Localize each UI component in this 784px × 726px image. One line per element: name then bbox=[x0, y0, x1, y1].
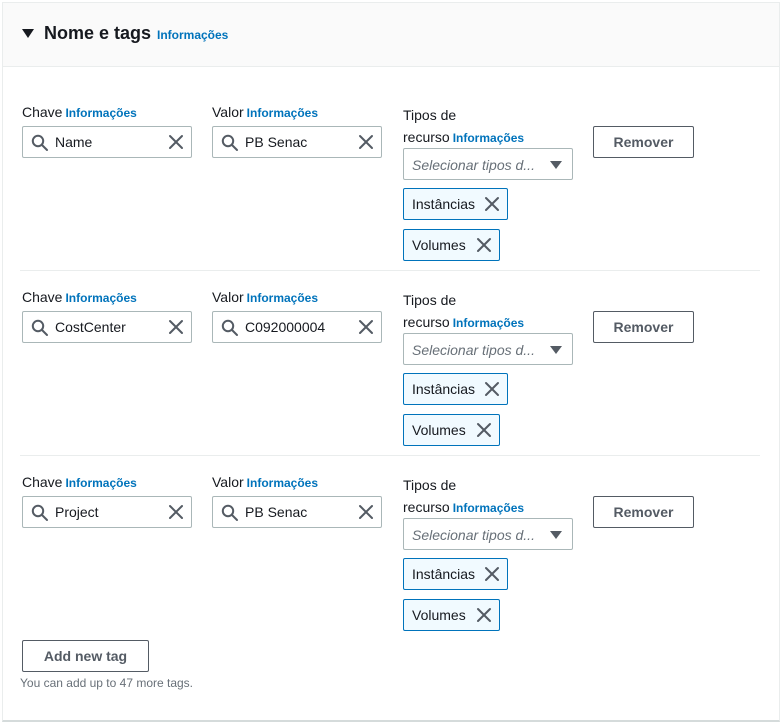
token-volumes: Volumes bbox=[403, 414, 500, 446]
select-placeholder: Selecionar tipos d... bbox=[412, 527, 535, 543]
search-icon bbox=[31, 504, 49, 527]
value-input[interactable]: C092000004 bbox=[212, 311, 382, 343]
section-header[interactable]: Nome e tags Informações bbox=[3, 3, 779, 67]
close-icon[interactable] bbox=[484, 196, 500, 217]
search-icon bbox=[31, 319, 49, 342]
resource-types-label: Tipos de recurso Informações bbox=[403, 107, 525, 145]
key-value: Name bbox=[55, 134, 93, 150]
value-label: Valor Informações bbox=[212, 474, 319, 490]
resource-types-label: Tipos de recurso Informações bbox=[403, 292, 525, 330]
value-label: Valor Informações bbox=[212, 289, 319, 305]
resource-info-link[interactable]: Informações bbox=[453, 501, 524, 515]
value-value: PB Senac bbox=[245, 504, 308, 520]
close-icon[interactable] bbox=[484, 381, 500, 402]
close-icon[interactable] bbox=[476, 607, 492, 628]
key-info-link[interactable]: Informações bbox=[65, 291, 136, 305]
key-input[interactable]: Name bbox=[22, 126, 192, 158]
remove-button[interactable]: Remover bbox=[593, 311, 694, 343]
caret-down-icon[interactable] bbox=[22, 29, 34, 38]
close-icon[interactable] bbox=[358, 319, 374, 340]
key-info-link[interactable]: Informações bbox=[65, 476, 136, 490]
search-icon bbox=[221, 319, 239, 342]
close-icon[interactable] bbox=[168, 504, 184, 525]
key-value: CostCenter bbox=[55, 319, 126, 335]
close-icon[interactable] bbox=[476, 422, 492, 443]
key-label: Chave Informações bbox=[22, 104, 137, 120]
resource-info-link[interactable]: Informações bbox=[453, 131, 524, 145]
resource-types-select[interactable]: Selecionar tipos d... bbox=[403, 148, 573, 180]
token-label: Volumes bbox=[412, 237, 466, 253]
value-value: C092000004 bbox=[245, 319, 326, 335]
value-info-link[interactable]: Informações bbox=[247, 106, 318, 120]
remove-button[interactable]: Remover bbox=[593, 126, 694, 158]
value-info-link[interactable]: Informações bbox=[247, 291, 318, 305]
close-icon[interactable] bbox=[358, 134, 374, 155]
value-input[interactable]: PB Senac bbox=[212, 126, 382, 158]
dropdown-caret-icon[interactable] bbox=[550, 346, 562, 354]
token-label: Instâncias bbox=[412, 381, 476, 397]
value-value: PB Senac bbox=[245, 134, 308, 150]
token-label: Volumes bbox=[412, 422, 466, 438]
key-info-link[interactable]: Informações bbox=[65, 106, 136, 120]
select-placeholder: Selecionar tipos d... bbox=[412, 157, 535, 173]
token-instancias: Instâncias bbox=[403, 373, 508, 405]
row-divider bbox=[20, 270, 760, 271]
resource-types-select[interactable]: Selecionar tipos d... bbox=[403, 518, 573, 550]
value-input[interactable]: PB Senac bbox=[212, 496, 382, 528]
key-value: Project bbox=[55, 504, 99, 520]
close-icon[interactable] bbox=[484, 566, 500, 587]
value-info-link[interactable]: Informações bbox=[247, 476, 318, 490]
select-placeholder: Selecionar tipos d... bbox=[412, 342, 535, 358]
search-icon bbox=[221, 504, 239, 527]
token-volumes: Volumes bbox=[403, 599, 500, 631]
remove-button[interactable]: Remover bbox=[593, 496, 694, 528]
key-label: Chave Informações bbox=[22, 289, 137, 305]
key-label: Chave Informações bbox=[22, 474, 137, 490]
section-info-link[interactable]: Informações bbox=[157, 28, 228, 42]
resource-types-label: Tipos de recurso Informações bbox=[403, 477, 525, 515]
value-label: Valor Informações bbox=[212, 104, 319, 120]
key-input[interactable]: CostCenter bbox=[22, 311, 192, 343]
tag-limit-hint: You can add up to 47 more tags. bbox=[20, 676, 194, 690]
resource-types-select[interactable]: Selecionar tipos d... bbox=[403, 333, 573, 365]
search-icon bbox=[31, 134, 49, 157]
close-icon[interactable] bbox=[168, 134, 184, 155]
token-instancias: Instâncias bbox=[403, 558, 508, 590]
add-new-tag-button[interactable]: Add new tag bbox=[22, 640, 149, 672]
token-label: Volumes bbox=[412, 607, 466, 623]
token-label: Instâncias bbox=[412, 566, 476, 582]
token-label: Instâncias bbox=[412, 196, 476, 212]
close-icon[interactable] bbox=[476, 237, 492, 258]
dropdown-caret-icon[interactable] bbox=[550, 161, 562, 169]
resource-info-link[interactable]: Informações bbox=[453, 316, 524, 330]
section-title: Nome e tags bbox=[44, 23, 152, 43]
row-divider bbox=[20, 455, 760, 456]
dropdown-caret-icon[interactable] bbox=[550, 531, 562, 539]
close-icon[interactable] bbox=[358, 504, 374, 525]
token-instancias: Instâncias bbox=[403, 188, 508, 220]
close-icon[interactable] bbox=[168, 319, 184, 340]
search-icon bbox=[221, 134, 239, 157]
token-volumes: Volumes bbox=[403, 229, 500, 261]
key-input[interactable]: Project bbox=[22, 496, 192, 528]
